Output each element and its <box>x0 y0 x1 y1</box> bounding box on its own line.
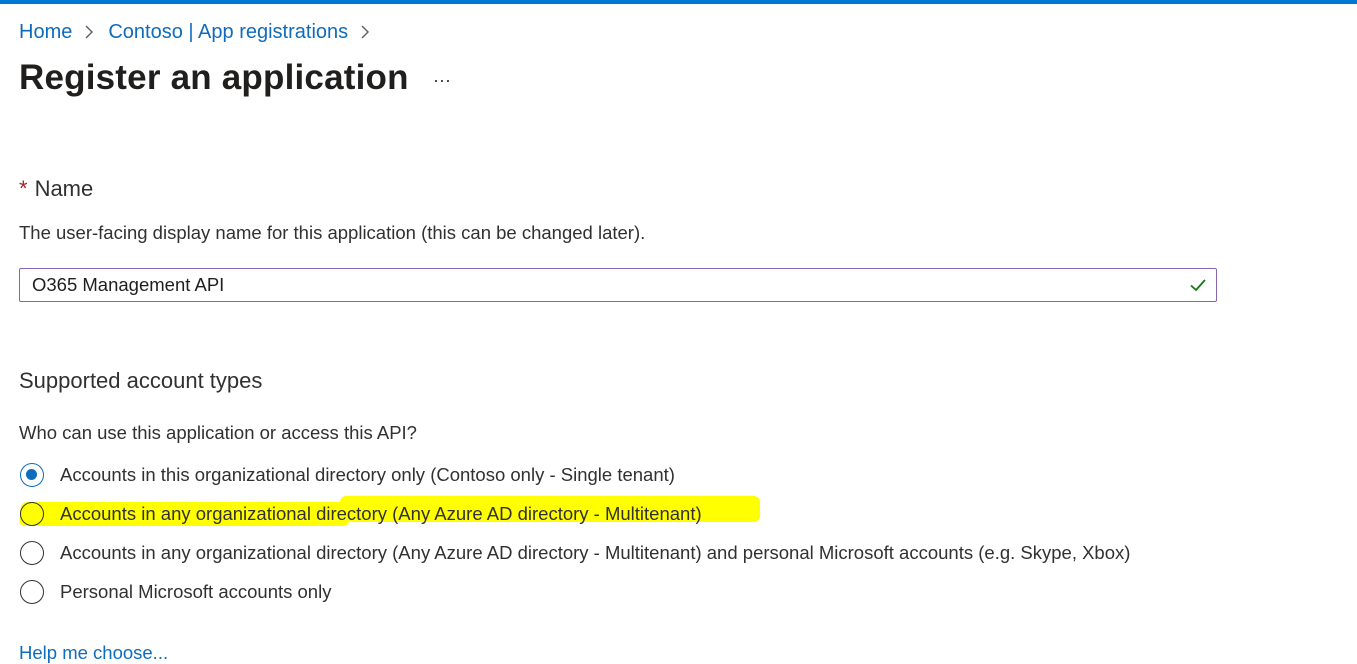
radio-button[interactable] <box>20 463 44 487</box>
name-input[interactable] <box>20 269 1180 301</box>
breadcrumb-app-registrations[interactable]: Contoso | App registrations <box>108 21 348 44</box>
help-me-choose-link[interactable]: Help me choose... <box>19 642 168 664</box>
breadcrumb: Home Contoso | App registrations <box>19 20 384 44</box>
radio-option-personal-only[interactable]: Personal Microsoft accounts only <box>20 578 331 606</box>
name-description: The user-facing display name for this ap… <box>19 222 646 243</box>
name-input-container <box>19 268 1217 302</box>
radio-button[interactable] <box>20 502 44 526</box>
radio-label: Accounts in any organizational directory… <box>60 503 702 524</box>
top-accent-bar <box>0 0 1357 4</box>
radio-button[interactable] <box>20 580 44 604</box>
required-marker: * <box>19 176 28 201</box>
radio-label: Personal Microsoft accounts only <box>60 581 332 602</box>
breadcrumb-home[interactable]: Home <box>19 21 72 44</box>
chevron-right-icon <box>360 24 370 40</box>
radio-option-multitenant[interactable]: Accounts in any organizational directory… <box>20 500 702 528</box>
radio-label: Accounts in this organizational director… <box>60 464 675 485</box>
radio-option-multitenant-personal[interactable]: Accounts in any organizational directory… <box>20 539 1130 567</box>
radio-button[interactable] <box>20 541 44 565</box>
name-field-label: * Name <box>19 176 93 202</box>
radio-option-single-tenant[interactable]: Accounts in this organizational director… <box>20 461 675 489</box>
account-types-title: Supported account types <box>19 368 263 393</box>
more-options-button[interactable]: ··· <box>428 66 456 94</box>
radio-label: Accounts in any organizational directory… <box>60 542 1131 563</box>
checkmark-icon <box>1188 275 1208 295</box>
account-types-question: Who can use this application or access t… <box>19 422 417 443</box>
name-label-text: Name <box>34 176 94 201</box>
page-title: Register an application <box>19 58 409 97</box>
chevron-right-icon <box>84 24 94 40</box>
